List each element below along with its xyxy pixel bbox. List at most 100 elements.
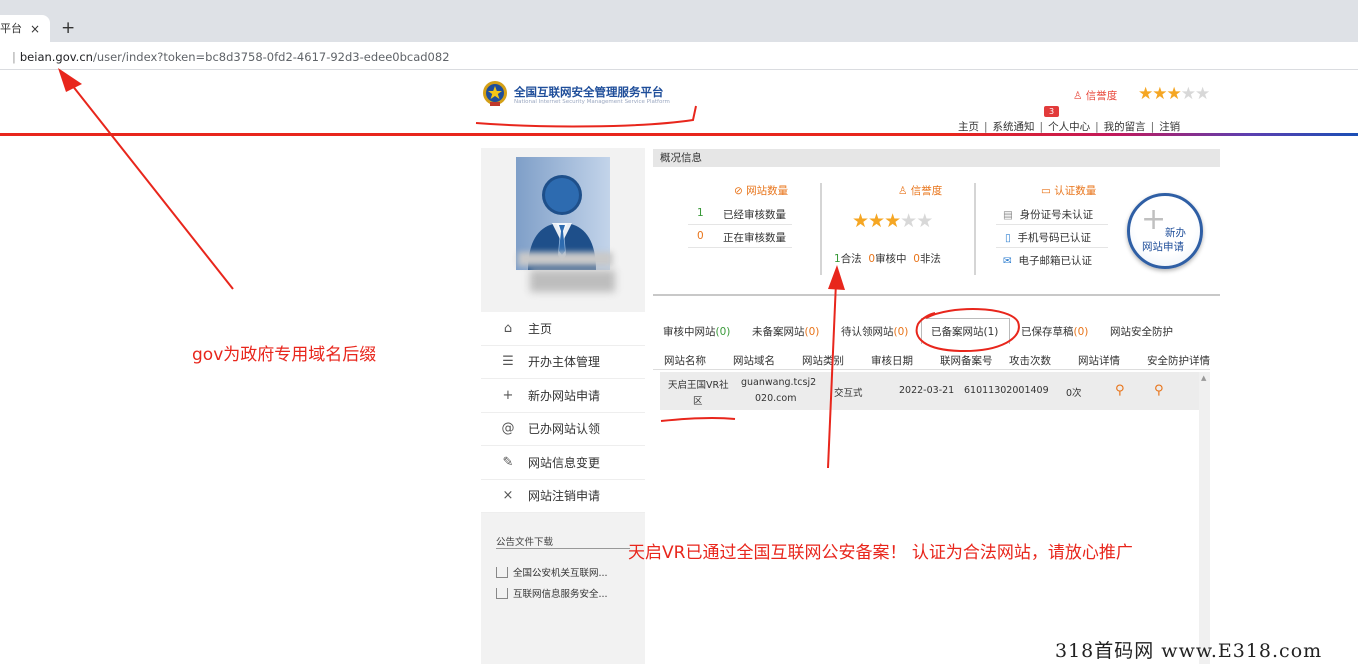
close-icon: × xyxy=(502,488,514,504)
th-date: 审核日期 xyxy=(871,355,913,367)
cert-phone-row: ▯ 手机号码已认证 xyxy=(1005,232,1091,244)
scroll-up-icon[interactable]: ▲ xyxy=(1201,374,1206,382)
nav-separator: | xyxy=(1039,121,1044,133)
star-filled-icon: ★ xyxy=(1152,84,1167,104)
user-icon: ♙ xyxy=(898,185,908,197)
logo-underline xyxy=(475,105,697,128)
sidebar-item[interactable]: + 新办网站申请 xyxy=(481,379,645,413)
docs-title: 公告文件下载 xyxy=(496,537,554,548)
url-divider: | xyxy=(12,50,16,64)
notice-badge: 3 xyxy=(1044,106,1059,117)
th-security-details: 安全防护详情 xyxy=(1147,355,1210,367)
sidebar-item[interactable]: ☰ 开办主体管理 xyxy=(481,345,645,379)
tab-close-icon[interactable]: × xyxy=(30,22,40,36)
tab-drafts[interactable]: 已保存草稿(0) xyxy=(1021,324,1088,339)
credit-rating-stars: ★★★★★ xyxy=(1138,84,1210,104)
site-title[interactable]: 全国互联网安全管理服务平台 xyxy=(514,84,664,100)
tab-to-claim[interactable]: 待认领网站(0) xyxy=(841,324,908,339)
header-divider xyxy=(0,133,1358,136)
top-nav-item[interactable]: 个人中心 xyxy=(1048,121,1090,133)
th-category: 网站类别 xyxy=(802,355,844,367)
search-icon[interactable]: ⚲ xyxy=(1115,383,1125,398)
sidebar-menu: ⌂ 主页 ☰ 开办主体管理 + 新办网站申请 @ 已办网站认领 ✎ 网站信息变更 × 网站注销申请 xyxy=(481,312,645,513)
credit-label: ♙ 信誉度 xyxy=(1073,90,1118,102)
pending-label: 正在审核数量 xyxy=(723,232,786,244)
cell-date: 2022-03-21 xyxy=(899,385,955,396)
star-filled-icon: ★ xyxy=(852,210,869,232)
star-empty-icon: ★ xyxy=(900,210,917,232)
th-attacks: 攻击次数 xyxy=(1009,355,1051,367)
cell-category: 交互式 xyxy=(834,388,863,399)
doc-link-1[interactable]: 全国公安机关互联网... xyxy=(496,565,608,579)
star-filled-icon: ★ xyxy=(1138,84,1153,104)
top-nav-item[interactable]: 注销 xyxy=(1159,121,1180,133)
site-count-title: ⊘ 网站数量 xyxy=(734,185,789,197)
id-card-icon: ▤ xyxy=(1003,209,1013,221)
table-scrollbar[interactable] xyxy=(1199,372,1210,664)
top-nav-item[interactable]: 我的留言 xyxy=(1104,121,1146,133)
top-nav-item[interactable]: 主页 xyxy=(958,121,979,133)
home-icon: ⌂ xyxy=(503,320,513,336)
tab-reviewing[interactable]: 审核中网站(0) xyxy=(663,324,730,339)
doc-link-2[interactable]: 互联网信息服务安全... xyxy=(496,586,608,600)
overview-credit-stars: ★★★★★ xyxy=(852,210,933,232)
download-icon xyxy=(496,588,508,599)
watermark: 318首码网 www.E318.com xyxy=(1055,640,1323,662)
sidebar-item-label: 已办网站认领 xyxy=(528,422,601,437)
arrow-line-url xyxy=(67,79,234,290)
tab-unrecorded[interactable]: 未备案网站(0) xyxy=(752,324,819,339)
plus-icon: + xyxy=(1141,202,1167,237)
divider xyxy=(688,224,792,225)
new-tab-icon[interactable]: + xyxy=(61,18,75,38)
tab-security[interactable]: 网站安全防护 xyxy=(1110,324,1173,339)
cert-email-row: ✉ 电子邮箱已认证 xyxy=(1003,255,1092,267)
star-empty-icon: ★ xyxy=(1195,84,1210,104)
url-host: beian.gov.cn xyxy=(19,50,93,64)
cell-name-1: 天启王国VR社 xyxy=(668,380,729,391)
cell-domain-2: 020.com xyxy=(755,393,797,404)
approved-label: 已经审核数量 xyxy=(723,209,786,221)
browser-tab-bar xyxy=(0,0,1358,42)
sidebar-item[interactable]: ⌂ 主页 xyxy=(481,312,645,346)
th-name: 网站名称 xyxy=(664,355,706,367)
folder-icon: ▭ xyxy=(1041,185,1051,197)
browser-tab[interactable]: 平台 xyxy=(0,15,50,42)
police-emblem-icon[interactable] xyxy=(482,79,508,107)
table-header-divider xyxy=(653,369,1210,370)
search-icon[interactable]: ⚲ xyxy=(1154,383,1164,398)
sidebar-item[interactable]: ✎ 网站信息变更 xyxy=(481,446,645,480)
star-filled-icon: ★ xyxy=(1166,84,1182,104)
tab-recorded[interactable]: 已备案网站(1) xyxy=(931,324,998,339)
at-icon: @ xyxy=(501,421,515,437)
nav-separator: | xyxy=(1150,121,1155,133)
cell-domain-1: guanwang.tcsj2 xyxy=(741,377,817,388)
plus-icon: + xyxy=(502,387,514,403)
top-nav-item[interactable]: 系统通知 xyxy=(993,121,1035,133)
th-details: 网站详情 xyxy=(1078,355,1120,367)
sidebar-item[interactable]: × 网站注销申请 xyxy=(481,479,645,513)
new-site-label-1: 新办 xyxy=(1165,227,1186,239)
sidebar-item-label: 新办网站申请 xyxy=(528,388,601,403)
url-text[interactable]: | beian.gov.cn/user/index?token=bc8d3758-… xyxy=(12,50,450,64)
divider xyxy=(688,247,792,248)
th-record-no: 联网备案号 xyxy=(940,355,993,367)
star-empty-icon: ★ xyxy=(916,210,933,232)
sidebar-item[interactable]: @ 已办网站认领 xyxy=(481,412,645,446)
overview-heading: 概况信息 xyxy=(653,149,1220,167)
cell-name-2: 区 xyxy=(693,396,703,407)
cell-record-no: 61011302001409 xyxy=(964,385,1049,396)
download-icon xyxy=(496,567,508,578)
arrow-head-legal xyxy=(828,265,845,290)
user-icon: ♙ xyxy=(1073,90,1083,102)
star-filled-icon: ★ xyxy=(868,210,885,232)
username-blurred xyxy=(518,252,613,266)
site-subtitle: National Internet Security Management Se… xyxy=(514,99,670,105)
annotation-gov-note: gov为政府专用域名后缀 xyxy=(192,345,377,365)
annotation-record-note: 天启VR已通过全国互联网公安备案！ 认证为合法网站，请放心推广 xyxy=(628,543,1133,563)
divider xyxy=(996,224,1108,225)
star-empty-icon: ★ xyxy=(1180,84,1196,104)
sidebar-item-label: 开办主体管理 xyxy=(528,355,601,370)
url-path: /user/index?token=bc8d3758-0fd2-4617-92d… xyxy=(92,50,450,64)
tab-title: 平台 xyxy=(0,22,22,35)
nav-separator: | xyxy=(1095,121,1099,133)
